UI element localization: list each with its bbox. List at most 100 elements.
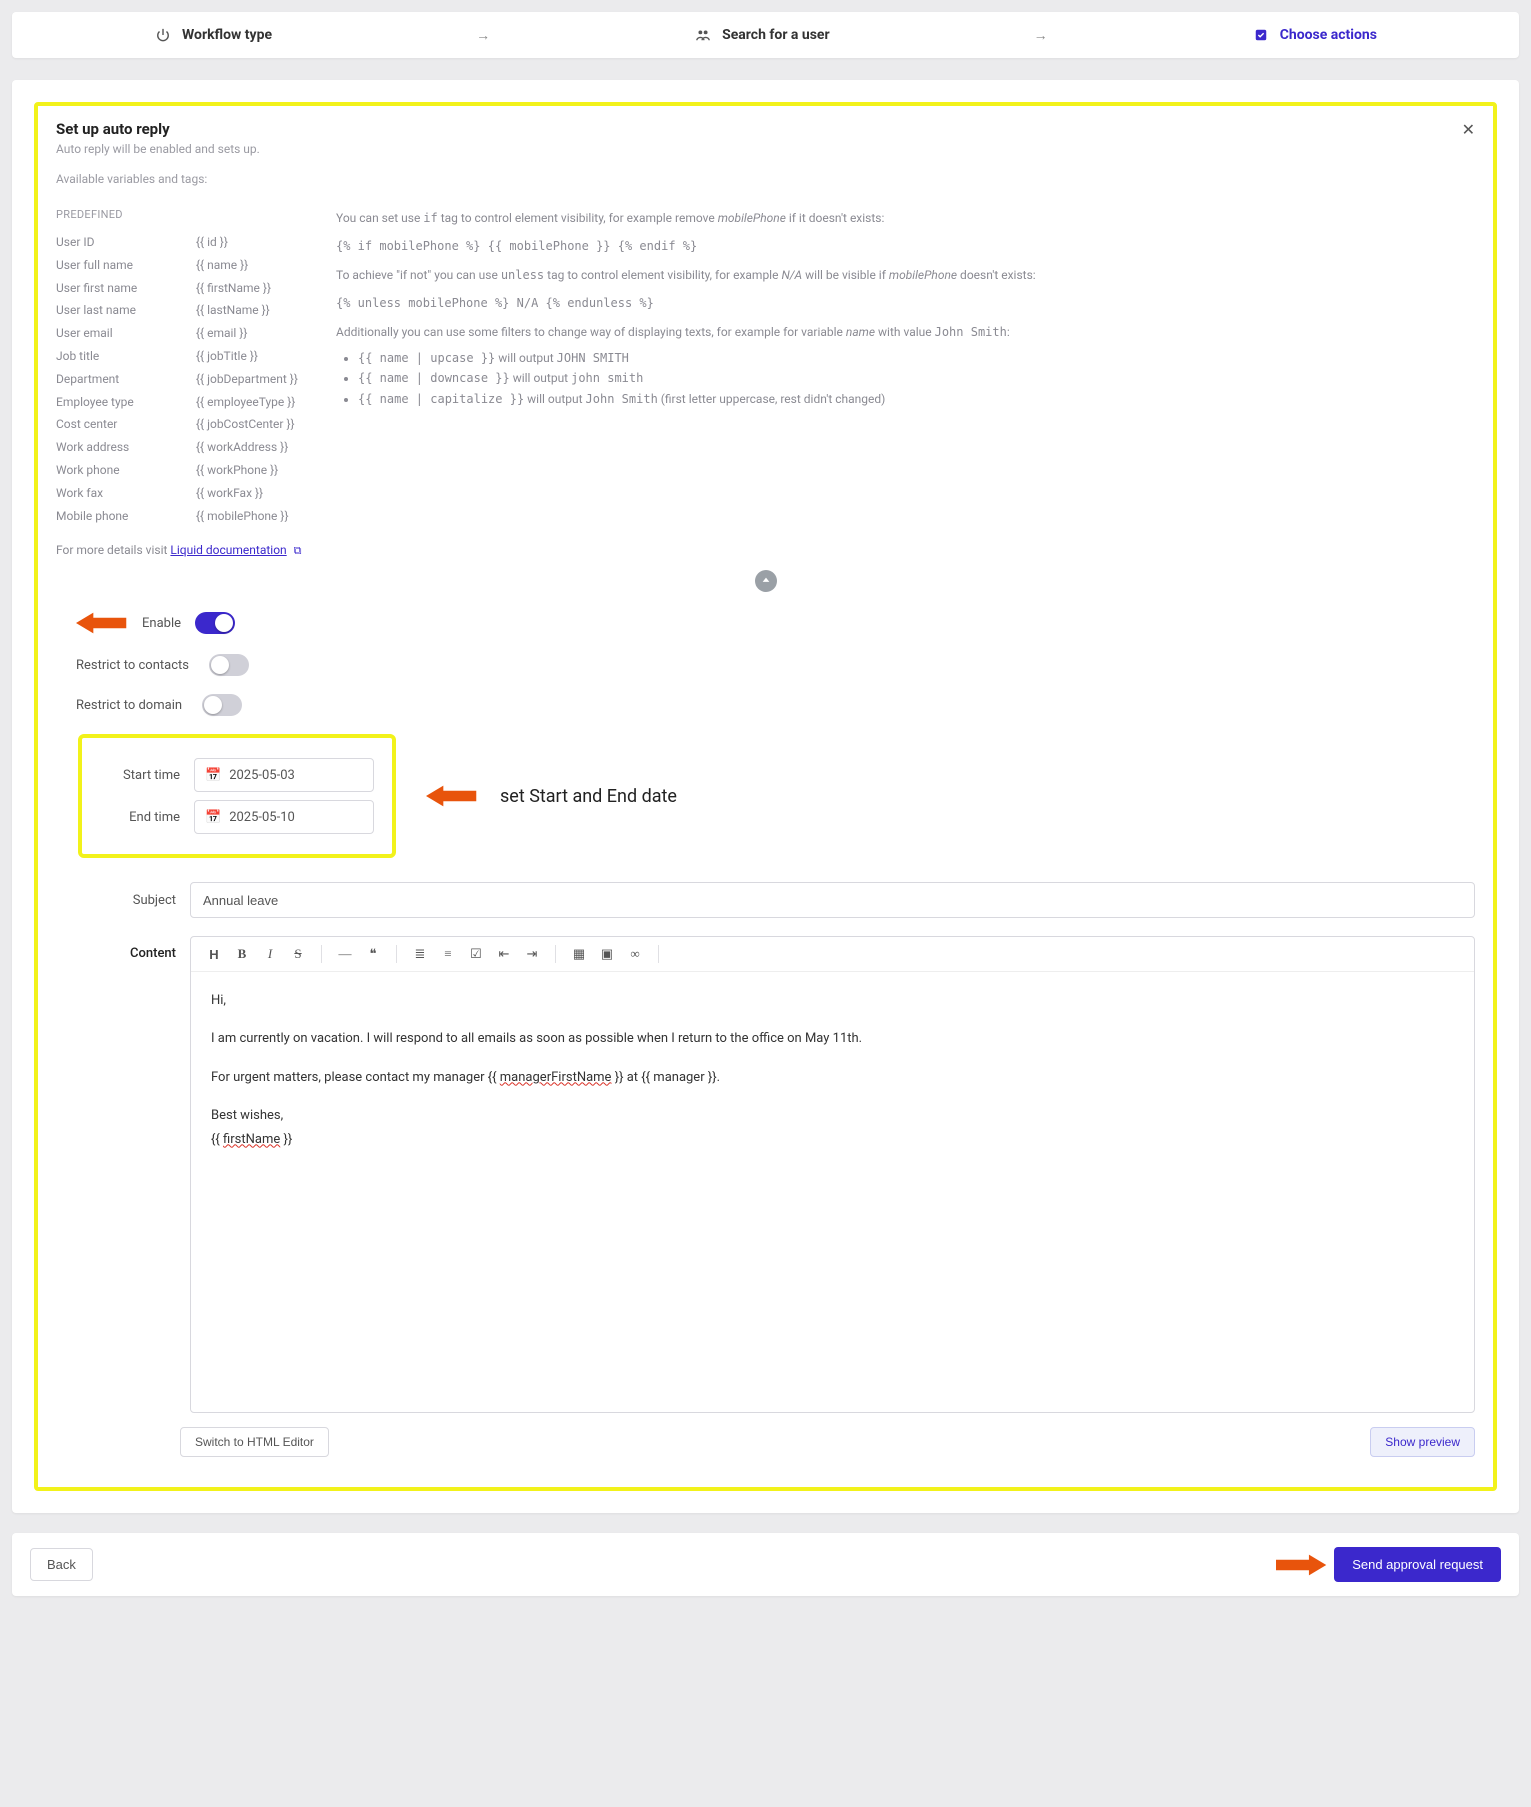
variable-row: Work address {{ workAddress }} xyxy=(56,436,306,459)
scroll-up-icon[interactable] xyxy=(755,570,777,592)
variable-label: Job title xyxy=(56,345,156,368)
actions-icon xyxy=(1252,26,1270,44)
restrict-domain-toggle[interactable] xyxy=(202,694,242,716)
outdent-icon[interactable]: ⇤ xyxy=(493,946,515,962)
step-label: Workflow type xyxy=(182,27,272,43)
variable-row: User last name{{ lastName }} xyxy=(56,299,306,322)
end-time-value: 2025-05-10 xyxy=(229,810,295,825)
variable-label: User last name xyxy=(56,299,156,322)
switch-html-button[interactable]: Switch to HTML Editor xyxy=(180,1427,329,1457)
variable-token: {{ jobTitle }} xyxy=(196,345,258,368)
available-vars-label: Available variables and tags: xyxy=(56,172,1475,186)
variable-row: Cost center {{ jobCostCenter }} xyxy=(56,413,306,436)
predefined-heading: PREDEFINED xyxy=(56,208,306,221)
variable-token: {{ workAddress }} xyxy=(196,436,288,459)
end-time-label: End time xyxy=(100,810,180,825)
hr-icon[interactable]: ― xyxy=(334,946,356,962)
variable-label: User full name xyxy=(56,254,156,277)
footer-bar: Back Send approval request xyxy=(12,1533,1519,1596)
restrict-domain-label: Restrict to domain xyxy=(76,698,182,713)
send-approval-button[interactable]: Send approval request xyxy=(1334,1547,1501,1582)
variable-label: Work fax xyxy=(56,482,156,505)
step-search-user[interactable]: Search for a user xyxy=(694,26,830,44)
panel-title: Set up auto reply xyxy=(56,120,260,138)
restrict-contacts-label: Restrict to contacts xyxy=(76,658,189,673)
variable-token: {{ mobilePhone }} xyxy=(196,505,289,528)
variable-row: User ID {{ id }} xyxy=(56,231,306,254)
step-label: Search for a user xyxy=(722,27,830,43)
variable-token: {{ name }} xyxy=(196,254,248,277)
heading-icon[interactable]: H xyxy=(203,947,225,962)
editor-body[interactable]: Hi, I am currently on vacation. I will r… xyxy=(191,972,1474,1412)
restrict-contacts-toggle[interactable] xyxy=(209,654,249,676)
subject-label: Subject xyxy=(66,893,176,908)
variable-row: Work fax {{ workFax }} xyxy=(56,482,306,505)
variable-token: {{ email }} xyxy=(196,322,247,345)
strike-icon[interactable]: S xyxy=(287,946,309,962)
variable-label: Employee type xyxy=(56,391,156,414)
variables-table: User ID{{ id }}User full name{{ name }}U… xyxy=(56,231,306,527)
subject-input[interactable] xyxy=(190,882,1475,918)
main-panel: Set up auto reply Auto reply will be ena… xyxy=(12,80,1519,1513)
callout-arrow-icon xyxy=(76,610,128,636)
content-label: Content xyxy=(66,936,176,961)
editor-toolbar: H B I S ― ❝ ≣ ≡ ☑ ⇤ ⇥ ▦ xyxy=(191,937,1474,972)
variable-label: User email xyxy=(56,322,156,345)
variable-token: {{ workFax }} xyxy=(196,482,263,505)
variable-label: User first name xyxy=(56,277,156,300)
indent-icon[interactable]: ⇥ xyxy=(521,946,543,962)
table-icon[interactable]: ▦ xyxy=(568,946,590,962)
close-icon[interactable]: ✕ xyxy=(1462,120,1475,139)
highlight-frame: Set up auto reply Auto reply will be ena… xyxy=(34,102,1497,1491)
checklist-icon[interactable]: ☑ xyxy=(465,946,487,962)
callout-text: set Start and End date xyxy=(500,786,677,807)
variable-row: Employee type {{ employeeType }} xyxy=(56,391,306,414)
bold-icon[interactable]: B xyxy=(231,946,253,962)
start-time-value: 2025-05-03 xyxy=(229,768,295,783)
ol-icon[interactable]: ≡ xyxy=(437,946,459,962)
variable-label: Work address xyxy=(56,436,156,459)
callout-arrow-icon xyxy=(426,783,478,809)
variable-token: {{ workPhone }} xyxy=(196,459,278,482)
step-label: Choose actions xyxy=(1280,27,1377,43)
end-time-input[interactable]: 📅 2025-05-10 xyxy=(194,800,374,834)
power-icon xyxy=(154,26,172,44)
image-icon[interactable]: ▣ xyxy=(596,946,618,962)
liquid-prefix: For more details visit xyxy=(56,543,170,557)
variable-token: {{ jobDepartment }} xyxy=(196,368,298,391)
variable-row: User email {{ email }} xyxy=(56,322,306,345)
variable-label: Work phone xyxy=(56,459,156,482)
enable-label: Enable xyxy=(142,616,181,631)
quote-icon[interactable]: ❝ xyxy=(362,946,384,962)
chevron-right-icon: → xyxy=(476,27,490,44)
step-choose-actions[interactable]: Choose actions xyxy=(1252,26,1377,44)
variable-token: {{ employeeType }} xyxy=(196,391,295,414)
step-workflow-type[interactable]: Workflow type xyxy=(154,26,272,44)
variable-label: Mobile phone xyxy=(56,505,156,528)
liquid-docs-link[interactable]: Liquid documentation xyxy=(170,543,286,557)
back-button[interactable]: Back xyxy=(30,1548,93,1581)
variable-row: Work phone {{ workPhone }} xyxy=(56,459,306,482)
variable-row: Mobile phone {{ mobilePhone }} xyxy=(56,505,306,528)
callout-arrow-icon xyxy=(1276,1552,1328,1578)
external-link-icon: ⧉ xyxy=(294,544,302,557)
calendar-icon: 📅 xyxy=(205,810,221,825)
italic-icon[interactable]: I xyxy=(259,946,281,962)
ul-icon[interactable]: ≣ xyxy=(409,946,431,962)
calendar-icon: 📅 xyxy=(205,768,221,783)
variable-row: User first name {{ firstName }} xyxy=(56,277,306,300)
start-time-input[interactable]: 📅 2025-05-03 xyxy=(194,758,374,792)
chevron-right-icon: → xyxy=(1034,27,1048,44)
variable-label: Department xyxy=(56,368,156,391)
link-icon[interactable]: ∞ xyxy=(624,946,646,962)
variable-label: User ID xyxy=(56,231,156,254)
variable-token: {{ firstName }} xyxy=(196,277,271,300)
show-preview-button[interactable]: Show preview xyxy=(1370,1427,1475,1457)
users-icon xyxy=(694,26,712,44)
variable-token: {{ jobCostCenter }} xyxy=(196,413,295,436)
panel-subtitle: Auto reply will be enabled and sets up. xyxy=(56,142,260,156)
help-text: You can set use if tag to control elemen… xyxy=(336,208,1475,558)
enable-toggle[interactable] xyxy=(195,612,235,634)
variable-label: Cost center xyxy=(56,413,156,436)
variable-token: {{ id }} xyxy=(196,231,228,254)
